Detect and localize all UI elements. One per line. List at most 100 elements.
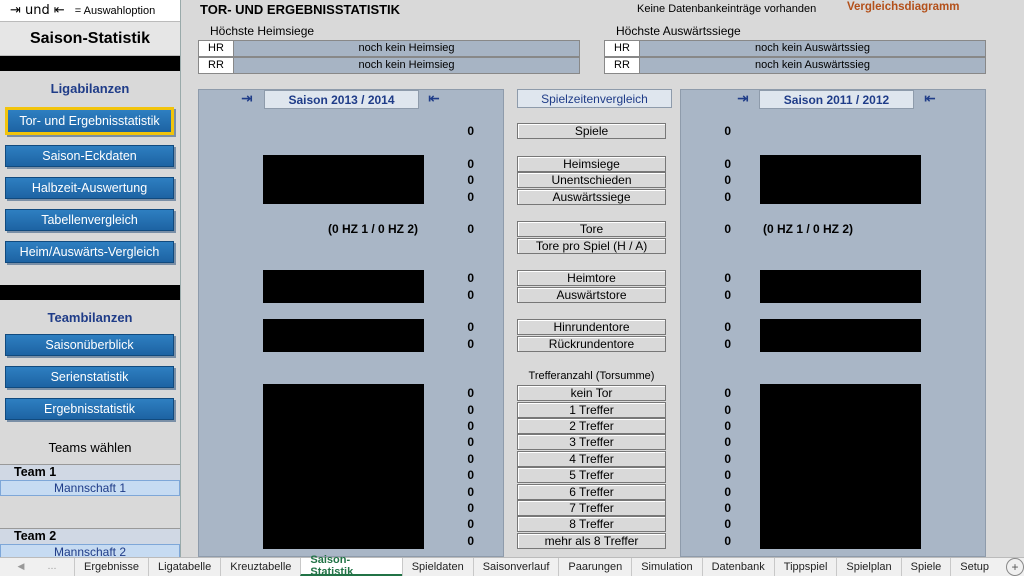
sheet-tab[interactable]: Paarungen [558, 558, 631, 576]
stat-label: Tore [517, 221, 666, 237]
sheet-tab[interactable]: Spiele [900, 558, 951, 576]
chart-placeholder [760, 319, 921, 352]
team2-label: Team 2 [0, 528, 180, 544]
left-season-value: 0 [467, 271, 474, 285]
team1-select[interactable]: Mannschaft 1 [0, 480, 180, 496]
row-value: noch kein Auswärtssieg [640, 40, 986, 57]
left-season-value: 0 [467, 190, 474, 204]
right-halftime-goals: (0 HZ 1 / 0 HZ 2) [763, 222, 854, 236]
chart-placeholder [760, 384, 921, 549]
sheet-tab[interactable]: Tippspiel [773, 558, 837, 576]
right-season-prev-arrow[interactable]: ⇤ [924, 91, 936, 107]
chart-placeholder [263, 155, 424, 204]
stat-label: 1 Treffer [517, 402, 666, 418]
row-code: RR [604, 57, 640, 74]
away-wins-row: RR noch kein Auswärtssieg [604, 57, 986, 74]
comparison-chart-link[interactable]: Vergleichsdiagramm [847, 1, 960, 13]
sheet-tab[interactable]: Setup [950, 558, 998, 576]
nav-button-halbzeit-auswertung[interactable]: Halbzeit-Auswertung [5, 177, 174, 199]
nav-button-serienstatistik[interactable]: Serienstatistik [5, 366, 174, 388]
sheet-tab[interactable]: Kreuztabelle [220, 558, 300, 576]
nav-button-heim-auswaerts-vergleich[interactable]: Heim/Auswärts-Vergleich [5, 241, 174, 263]
right-season-next-arrow[interactable]: ⇥ [737, 91, 749, 107]
right-season-value: 0 [724, 190, 731, 204]
left-halftime-goals: (0 HZ 1 / 0 HZ 2) [328, 222, 419, 236]
right-season-value: 0 [724, 517, 731, 531]
stat-label: 2 Treffer [517, 418, 666, 434]
left-season-value: 0 [467, 288, 474, 302]
status-message: Keine Datenbankeinträge vorhanden [637, 3, 817, 15]
row-code: HR [604, 40, 640, 57]
left-season-value: 0 [467, 517, 474, 531]
section-title-ligabilanzen: Ligabilanzen [50, 80, 130, 96]
scroll-more-icon[interactable]: … [47, 562, 56, 572]
page-title: TOR- UND ERGEBNISSTATISTIK [200, 2, 401, 17]
stat-label: 5 Treffer [517, 467, 666, 483]
stat-label: Spiele [517, 123, 666, 139]
section-title-teambilanzen: Teambilanzen [47, 309, 133, 325]
stat-label: Hinrundentore [517, 319, 666, 335]
scroll-first-icon[interactable]: ◀ [18, 562, 25, 572]
stat-label: Auswärtssiege [517, 189, 666, 205]
sheet-tab[interactable]: Ligatabelle [148, 558, 220, 576]
chart-placeholder [760, 270, 921, 303]
right-season-value: 0 [724, 320, 731, 334]
home-wins-block: Höchste Heimsiege HR noch kein Heimsieg … [198, 24, 580, 74]
nav-button-tor-ergebnisstatistik[interactable]: Tor- und Ergebnisstatistik [5, 107, 174, 135]
chart-placeholder [263, 319, 424, 352]
sheet-tab[interactable]: Simulation [631, 558, 701, 576]
add-sheet-icon[interactable]: + [1006, 558, 1024, 576]
right-season-value: 0 [724, 288, 731, 302]
right-season-value: 0 [724, 501, 731, 515]
sheet-tab[interactable]: Spielplan [836, 558, 900, 576]
chart-placeholder [263, 270, 424, 303]
stat-label: 6 Treffer [517, 484, 666, 500]
left-season-prev-arrow[interactable]: ⇤ [428, 91, 440, 107]
home-wins-label: Höchste Heimsiege [210, 24, 315, 38]
left-season-header: Saison 2013 / 2014 [264, 90, 419, 109]
nav-button-tabellenvergleich[interactable]: Tabellenvergleich [5, 209, 174, 231]
team2-select[interactable]: Mannschaft 2 [0, 544, 180, 557]
goal-count-header: Trefferanzahl (Torsumme) [528, 370, 655, 382]
left-season-value: 0 [467, 501, 474, 515]
right-season-value: 0 [724, 386, 731, 400]
left-season-value: 0 [467, 386, 474, 400]
right-season-value: 0 [724, 173, 731, 187]
sidebar-title: Saison-Statistik [0, 22, 180, 56]
divider [0, 285, 180, 300]
stat-label: 7 Treffer [517, 500, 666, 516]
stat-label: 8 Treffer [517, 516, 666, 532]
right-season-value: 0 [724, 435, 731, 449]
sheet-tabs: Ergebnisse Ligatabelle Kreuztabelle Saison-… [73, 554, 998, 576]
sheet-tab[interactable]: Datenbank [701, 558, 774, 576]
stat-label: Heimtore [517, 270, 666, 286]
nav-button-saison-eckdaten[interactable]: Saison-Eckdaten [5, 145, 174, 167]
stat-label: Rückrundentore [517, 336, 666, 352]
stat-label: 4 Treffer [517, 451, 666, 467]
sheet-tab[interactable]: Saison-Statistik [300, 554, 402, 576]
stat-label: Unentschieden [517, 172, 666, 188]
nav-button-ergebnisstatistik[interactable]: Ergebnisstatistik [5, 398, 174, 420]
selection-arrows-icon: ⇥ und ⇤ [10, 3, 65, 18]
away-wins-row: HR noch kein Auswärtssieg [604, 40, 986, 57]
left-season-value: 0 [467, 157, 474, 171]
nav-button-saisonueberblick[interactable]: Saisonüberblick [5, 334, 174, 356]
sheet-tab[interactable]: Spieldaten [401, 558, 473, 576]
right-season-header: Saison 2011 / 2012 [759, 90, 914, 109]
left-season-next-arrow[interactable]: ⇥ [241, 91, 253, 107]
away-wins-label: Höchste Auswärtssiege [616, 24, 741, 38]
divider [0, 56, 180, 71]
left-season-value: 0 [467, 403, 474, 417]
stat-label: 3 Treffer [517, 434, 666, 450]
sheet-tab[interactable]: Ergebnisse [73, 558, 148, 576]
left-season-value: 0 [467, 468, 474, 482]
sheet-tab[interactable]: Saisonverlauf [472, 558, 559, 576]
selection-hint: ⇥ und ⇤ = Auswahloption [0, 0, 180, 22]
left-season-value: 0 [467, 173, 474, 187]
left-season-value: 0 [467, 337, 474, 351]
chart-placeholder [760, 155, 921, 204]
right-season-value: 0 [724, 271, 731, 285]
row-code: HR [198, 40, 234, 57]
selection-hint-text: = Auswahloption [74, 4, 156, 17]
